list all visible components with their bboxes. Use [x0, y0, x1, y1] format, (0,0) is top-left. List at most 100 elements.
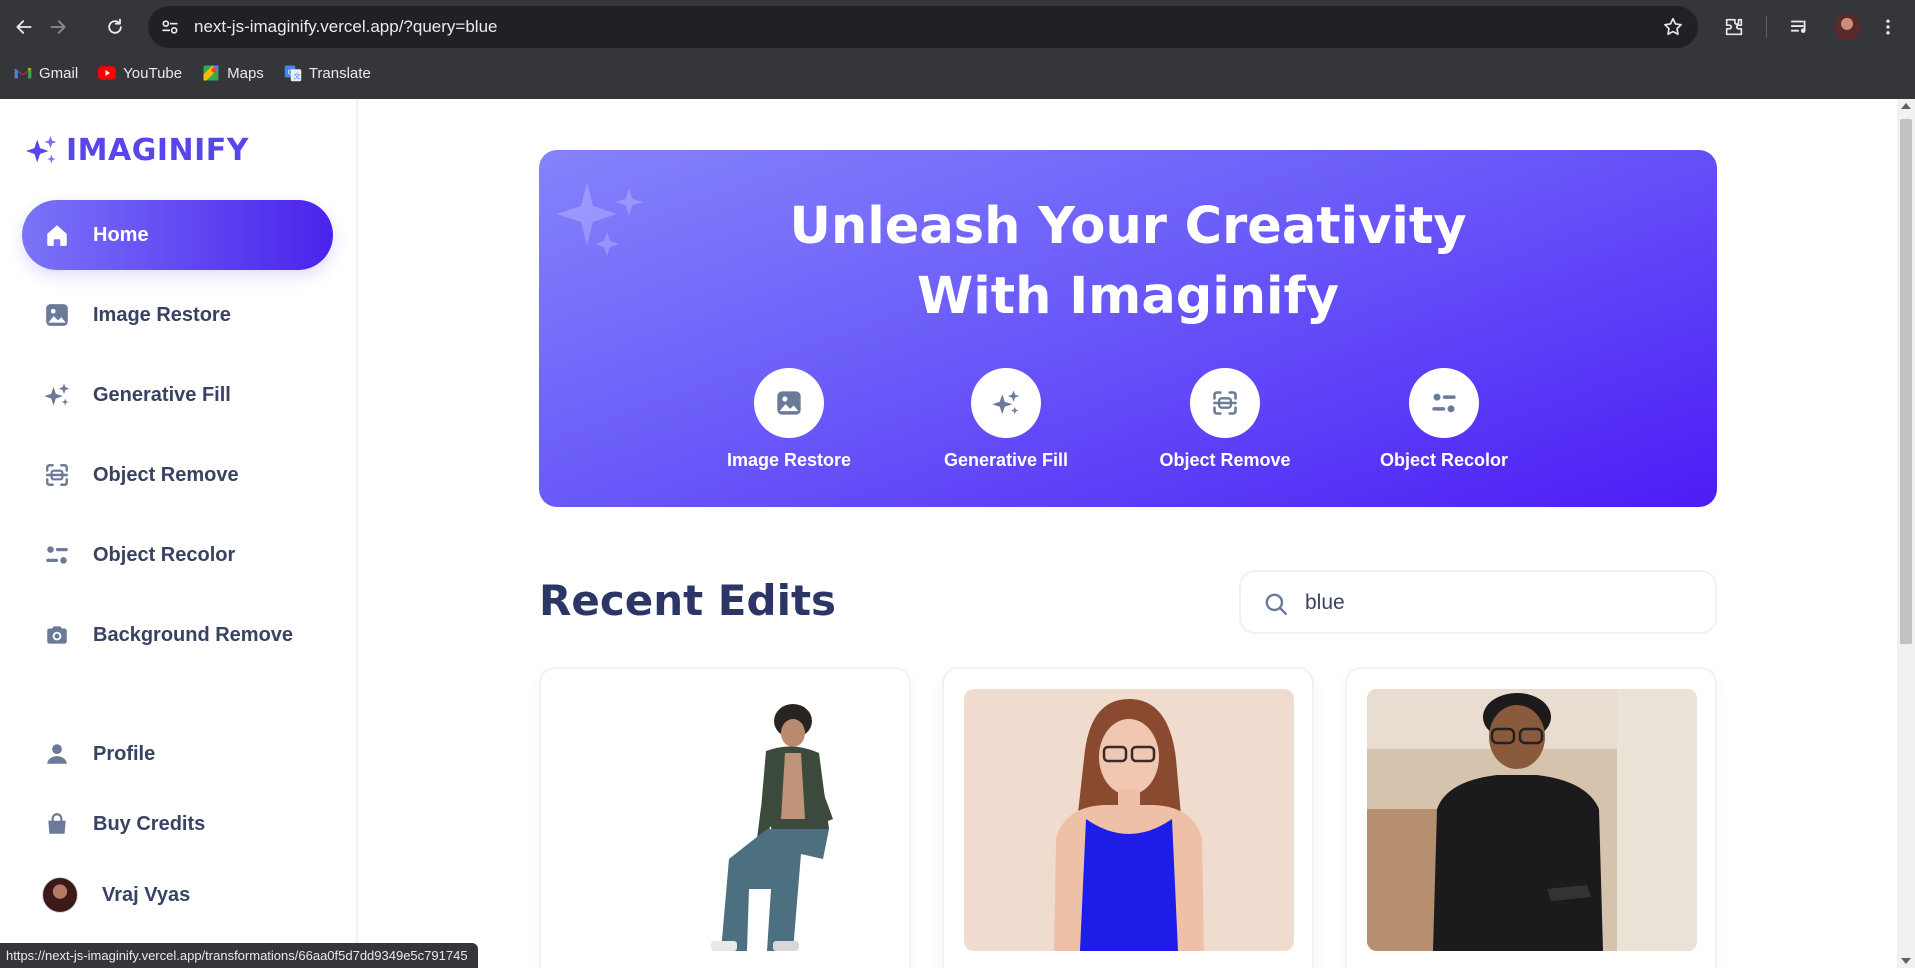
bag-icon: [42, 809, 72, 839]
kebab-menu-icon: [1886, 19, 1890, 35]
bookmark-maps[interactable]: Maps: [202, 64, 264, 82]
youtube-icon: [98, 64, 117, 82]
tool-button[interactable]: [1190, 368, 1260, 438]
gmail-icon: [14, 64, 32, 82]
scrollbar[interactable]: [1897, 99, 1915, 968]
svg-text:G: G: [288, 69, 293, 77]
browser-profile-avatar[interactable]: [1834, 14, 1860, 40]
sidebar-item-label: Object Remove: [93, 463, 239, 486]
back-button[interactable]: [8, 11, 40, 43]
sidebar-item-label: Image Restore: [93, 303, 231, 326]
sidebar-item-generative-fill[interactable]: Generative Fill: [22, 360, 333, 430]
edit-thumbnail[interactable]: [964, 689, 1294, 951]
scan-icon: [1213, 391, 1237, 415]
user-name: Vraj Vyas: [102, 883, 191, 906]
tool-generative-fill[interactable]: Generative Fill: [916, 368, 1096, 471]
scrollbar-thumb[interactable]: [1900, 119, 1912, 644]
browser-chrome: next-js-imaginify.vercel.app/?query=blue…: [0, 0, 1915, 99]
search-icon: [1265, 593, 1287, 615]
avatar[interactable]: [42, 877, 78, 913]
translate-icon: G文: [284, 64, 302, 82]
sidebar-item-object-remove[interactable]: Object Remove: [22, 440, 333, 510]
forward-button[interactable]: [42, 11, 74, 43]
sidebar-item-label: Generative Fill: [93, 383, 231, 406]
person-sitting-image: [711, 704, 833, 951]
reload-button[interactable]: [99, 11, 131, 43]
tool-button[interactable]: [754, 368, 824, 438]
image-icon: [42, 300, 72, 330]
search-input[interactable]: [1305, 584, 1695, 622]
sidebar-item-home[interactable]: Home: [22, 200, 333, 270]
search-box[interactable]: [1239, 570, 1717, 634]
extensions-button[interactable]: [1720, 13, 1748, 41]
site-settings-icon[interactable]: [160, 17, 180, 37]
stars-icon: [42, 380, 72, 410]
sidebar-item-label: Profile: [93, 742, 156, 765]
woman-blue-top-image: [964, 689, 1294, 951]
tool-label: Object Remove: [1159, 450, 1291, 470]
tool-button[interactable]: [1409, 368, 1479, 438]
sidebar: IMAGINIFY Home Image Restore Generative …: [0, 99, 358, 968]
edit-card[interactable]: [942, 667, 1314, 968]
sidebar-item-label: Home: [93, 223, 149, 246]
forward-arrow-icon: [50, 20, 66, 34]
bookmark-star-icon[interactable]: [1662, 16, 1684, 38]
scroll-up-arrow-icon[interactable]: [1901, 103, 1911, 109]
bookmark-translate[interactable]: G文 Translate: [284, 64, 371, 82]
browser-menu-button[interactable]: [1874, 13, 1902, 41]
tool-object-recolor[interactable]: Object Recolor: [1354, 368, 1534, 471]
tool-label: Object Recolor: [1379, 450, 1509, 470]
filter-icon: [42, 540, 72, 570]
recent-edits-title: Recent Edits: [539, 576, 837, 625]
tool-button[interactable]: [971, 368, 1041, 438]
bookmark-gmail[interactable]: Gmail: [14, 64, 78, 82]
edit-thumbnail[interactable]: [1367, 689, 1697, 951]
user-profile[interactable]: Vraj Vyas: [42, 877, 190, 913]
camera-icon: [42, 620, 72, 650]
profile-icon: [42, 739, 72, 769]
bookmark-youtube[interactable]: YouTube: [98, 64, 182, 82]
edit-card[interactable]: [1345, 667, 1717, 968]
sidebar-item-label: Buy Credits: [93, 812, 206, 835]
bookmarks-bar: Gmail YouTube Maps G文 Translate: [0, 58, 377, 88]
sidebar-item-background-remove[interactable]: Background Remove: [22, 600, 333, 670]
stars-icon: [992, 390, 1020, 415]
page: IMAGINIFY Home Image Restore Generative …: [0, 99, 1915, 968]
filter-icon: [1432, 393, 1456, 413]
banner-title-line-2: With Imaginify: [917, 267, 1339, 326]
svg-text:文: 文: [294, 71, 301, 80]
scroll-down-arrow-icon[interactable]: [1901, 958, 1911, 964]
address-bar[interactable]: next-js-imaginify.vercel.app/?query=blue: [148, 6, 1698, 48]
logo-sparkle-icon: [25, 135, 57, 163]
puzzle-icon: [1725, 18, 1743, 36]
url-text[interactable]: next-js-imaginify.vercel.app/?query=blue: [194, 17, 497, 37]
logo[interactable]: IMAGINIFY: [22, 133, 249, 168]
back-arrow-icon: [16, 20, 32, 34]
toolbar-divider: [1766, 16, 1767, 38]
sidebar-item-object-recolor[interactable]: Object Recolor: [22, 520, 333, 590]
edit-thumbnail[interactable]: [561, 689, 891, 951]
banner-title: Unleash Your Creativity With Imaginify: [539, 192, 1717, 332]
browser-toolbar: next-js-imaginify.vercel.app/?query=blue: [0, 0, 1915, 54]
home-icon: [42, 220, 72, 250]
media-controls-button[interactable]: [1786, 13, 1814, 41]
tool-label: Image Restore: [726, 450, 852, 470]
tool-label: Generative Fill: [943, 450, 1069, 470]
image-icon: [777, 391, 801, 415]
playlist-icon: [1790, 20, 1806, 33]
logo-text: IMAGINIFY: [66, 133, 250, 168]
sidebar-item-image-restore[interactable]: Image Restore: [22, 280, 333, 350]
man-black-shirt-image: [1367, 689, 1697, 951]
sidebar-item-buy-credits[interactable]: Buy Credits: [22, 789, 333, 859]
tool-image-restore[interactable]: Image Restore: [699, 368, 879, 471]
status-bar-url: https://next-js-imaginify.vercel.app/tra…: [0, 943, 478, 968]
scan-icon: [42, 460, 72, 490]
tool-object-remove[interactable]: Object Remove: [1135, 368, 1315, 471]
reload-icon: [108, 18, 122, 34]
sidebar-item-label: Object Recolor: [93, 543, 236, 566]
sidebar-item-profile[interactable]: Profile: [22, 719, 333, 789]
maps-icon: [202, 64, 220, 82]
sidebar-item-label: Background Remove: [93, 623, 294, 646]
banner-title-line-1: Unleash Your Creativity: [789, 197, 1467, 256]
edit-card[interactable]: [539, 667, 911, 968]
